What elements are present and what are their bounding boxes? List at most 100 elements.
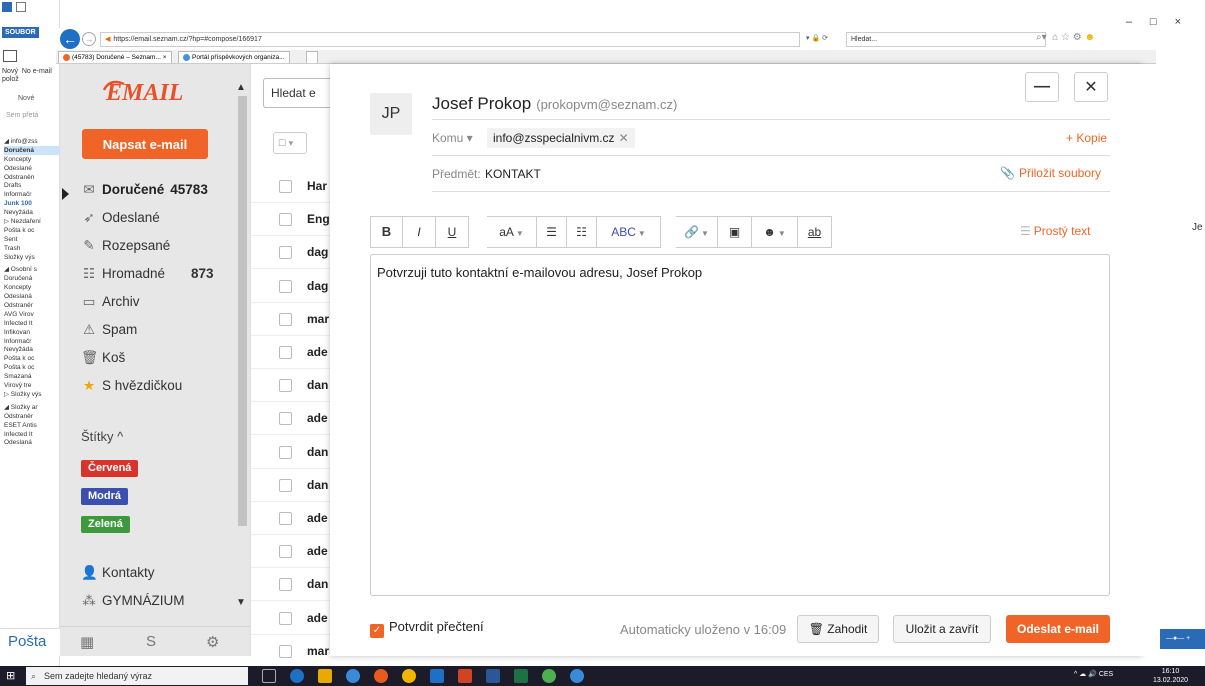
sidebar-item-archiv[interactable]: ▭ Archiv — [81, 291, 140, 313]
row-checkbox[interactable] — [279, 445, 292, 459]
ribbon-tab-file[interactable]: SOUBOR — [2, 27, 39, 38]
windows-start-icon[interactable]: ⊞ — [6, 670, 18, 682]
tab-portal[interactable]: Portál příspěvkových organiza... — [178, 51, 290, 63]
sidebar-item-doručené[interactable]: ✉ Doručené 45783 — [81, 179, 207, 201]
outlook-folder-tree[interactable]: ◢ info@zss Doručená Koncepty Odeslané Odstra… — [4, 133, 60, 447]
ordered-list-button[interactable]: ☰ — [537, 216, 567, 248]
outlook-folder-item[interactable]: Složky výs — [4, 253, 60, 262]
clock[interactable]: 16:10 13.02.2020 — [1153, 667, 1188, 685]
zoom-bar[interactable]: —●— + — [1160, 629, 1205, 649]
browser-toolbar-icons[interactable]: ⌕▾ ⌂ ☆ ⚙ ☻ — [1036, 32, 1095, 43]
table-row[interactable]: mar — [251, 635, 331, 668]
row-checkbox[interactable] — [279, 478, 292, 492]
outlook-folder-item[interactable]: Infected It — [4, 430, 60, 439]
firefox-icon[interactable] — [374, 669, 388, 683]
calendar-icon[interactable]: ▦ — [80, 633, 94, 651]
outlook-folder-item[interactable]: Junk 100 — [4, 199, 60, 208]
row-checkbox[interactable] — [279, 512, 292, 525]
row-checkbox[interactable] — [279, 379, 292, 393]
table-row[interactable]: Har — [251, 170, 331, 203]
select-all-checkbox[interactable]: ☐ ▾ — [273, 132, 307, 154]
compose-button[interactable]: Napsat e-mail — [82, 129, 208, 159]
outlook-folder-item[interactable]: Pošta k oc — [4, 226, 60, 235]
insert-image-button[interactable]: ▣ — [718, 216, 752, 248]
save-close-button[interactable]: Uložit a zavřít — [893, 615, 991, 643]
outlook-folder-item[interactable]: Infikovan — [4, 328, 60, 337]
table-row[interactable]: dan — [251, 436, 331, 469]
outlook-folder-item[interactable]: Doručená — [4, 274, 60, 283]
outlook-folder-item[interactable]: AVG Virov — [4, 310, 60, 319]
outlook-folder-item[interactable]: ◢ Složky ar — [4, 403, 60, 412]
add-cc-link[interactable]: + Kopie — [1066, 131, 1107, 145]
link-button[interactable]: 🔗 ▼ — [676, 216, 718, 248]
outlook-folder-item[interactable]: Smazaná — [4, 372, 60, 381]
bullet-list-button[interactable]: ☷ — [567, 216, 597, 248]
taskbar-search-input[interactable]: ⌕ Sem zadejte hledaný výraz — [26, 667, 248, 685]
sidebar-item-koš[interactable]: 🗑 Koš — [81, 347, 125, 369]
window-controls[interactable]: –□× — [1126, 16, 1199, 28]
row-checkbox[interactable] — [279, 346, 292, 359]
outlook-folder-item[interactable]: Informačr — [4, 337, 60, 346]
edge-icon[interactable] — [290, 669, 304, 683]
ie-icon[interactable] — [346, 669, 360, 683]
outlook-folder-item[interactable]: Infected It — [4, 319, 60, 328]
outlook-folder-item[interactable]: ▷ Nezdaření — [4, 217, 60, 226]
row-checkbox[interactable] — [279, 213, 292, 227]
font-size-button[interactable]: aA ▼ — [487, 216, 537, 248]
label-chip[interactable]: Zelená — [81, 516, 130, 533]
save-icon[interactable] — [16, 2, 26, 12]
outlook-folder-item[interactable]: Odeslaná — [4, 292, 60, 301]
new-tab-button[interactable] — [306, 51, 318, 63]
tab-seznam-inbox[interactable]: (45783) Doručené – Seznam... × — [58, 51, 172, 63]
table-row[interactable]: ade — [251, 535, 331, 569]
spellcheck-button[interactable]: ABC ▼ — [597, 216, 661, 248]
task-view-icon[interactable] — [262, 669, 276, 683]
remove-recipient-icon[interactable]: ✕ — [619, 131, 629, 145]
email-logo[interactable]: EMAIL — [102, 76, 212, 106]
outlook-folder-item[interactable]: Koncepty — [4, 155, 60, 164]
scrollbar-thumb[interactable] — [238, 96, 247, 526]
message-body-editor[interactable]: Potvrzuji tuto kontaktní e-mailovou adre… — [370, 254, 1110, 596]
outlook-folder-item[interactable]: ESET Antis — [4, 421, 60, 430]
discard-button[interactable]: 🗑 Zahodit — [797, 615, 879, 643]
explorer-icon[interactable] — [318, 669, 332, 683]
forward-button[interactable]: → — [82, 32, 96, 46]
recipient-chip[interactable]: info@zsspecialnivm.cz ✕ — [487, 128, 635, 148]
chrome-icon[interactable] — [402, 669, 416, 683]
table-row[interactable]: dan — [251, 469, 331, 502]
outlook-folder-item[interactable]: Odstraněr — [4, 412, 60, 421]
outlook-folder-item[interactable]: Virový tre — [4, 381, 60, 390]
row-checkbox[interactable] — [279, 578, 292, 592]
outlook-folder-item[interactable]: Drafts — [4, 181, 60, 190]
outlook-folder-item[interactable]: Odeslaná — [4, 438, 60, 447]
subject-input[interactable]: KONTAKT — [485, 167, 541, 181]
emoji-button[interactable]: ☻ ▼ — [752, 216, 798, 248]
outlook-folder-item[interactable]: Pošta k oc — [4, 354, 60, 363]
attach-files-link[interactable]: 📎 Přiložit soubory — [1000, 166, 1101, 180]
outlook-folder-item[interactable]: Koncepty — [4, 283, 60, 292]
table-row[interactable]: dan — [251, 369, 331, 403]
row-checkbox[interactable] — [279, 611, 292, 625]
row-checkbox[interactable] — [279, 279, 292, 293]
outlook-icon[interactable] — [430, 669, 444, 683]
new-email-label[interactable]: Nový No e-mail polož — [2, 68, 57, 84]
table-row[interactable]: dag — [251, 270, 331, 303]
outlook-folder-item[interactable]: Nevyžáda — [4, 345, 60, 354]
sidebar-item-spam[interactable]: ⚠ Spam — [81, 319, 137, 341]
outlook-folder-item[interactable]: Odstraněn — [4, 173, 60, 182]
excel-icon[interactable] — [514, 669, 528, 683]
outlook-mail-nav[interactable]: Pošta — [0, 628, 60, 656]
table-row[interactable]: ade — [251, 502, 331, 535]
sidebar-item-odeslané[interactable]: ➶ Odeslané — [81, 207, 159, 229]
bold-button[interactable]: B — [370, 216, 403, 248]
italic-button[interactable]: I — [403, 216, 436, 248]
scroll-up-icon[interactable]: ▲ — [236, 82, 246, 93]
label-chip[interactable]: Červená — [81, 460, 139, 477]
ie-pinned-icon[interactable] — [570, 669, 584, 683]
gear-icon[interactable]: ⚙ — [206, 633, 219, 651]
app-icon[interactable] — [542, 669, 556, 683]
sidebar-item-group[interactable]: ⁂ GYMNÁZIUM — [81, 590, 184, 612]
row-checkbox[interactable] — [279, 180, 292, 193]
scroll-down-icon[interactable]: ▼ — [236, 597, 246, 608]
outlook-folder-item[interactable]: Odeslané — [4, 164, 60, 173]
